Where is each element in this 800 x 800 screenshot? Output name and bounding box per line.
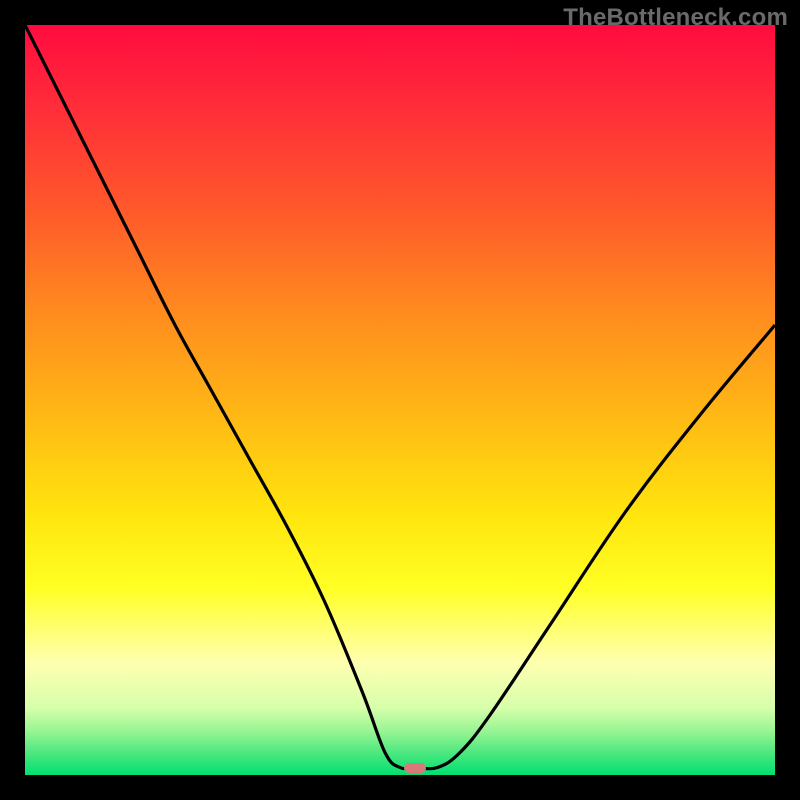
chart-frame: TheBottleneck.com [0, 0, 800, 800]
curve-path [25, 25, 775, 769]
watermark-text: TheBottleneck.com [563, 4, 788, 32]
plot-area [25, 25, 775, 775]
bottleneck-curve [25, 25, 775, 775]
minimum-marker [404, 763, 426, 773]
